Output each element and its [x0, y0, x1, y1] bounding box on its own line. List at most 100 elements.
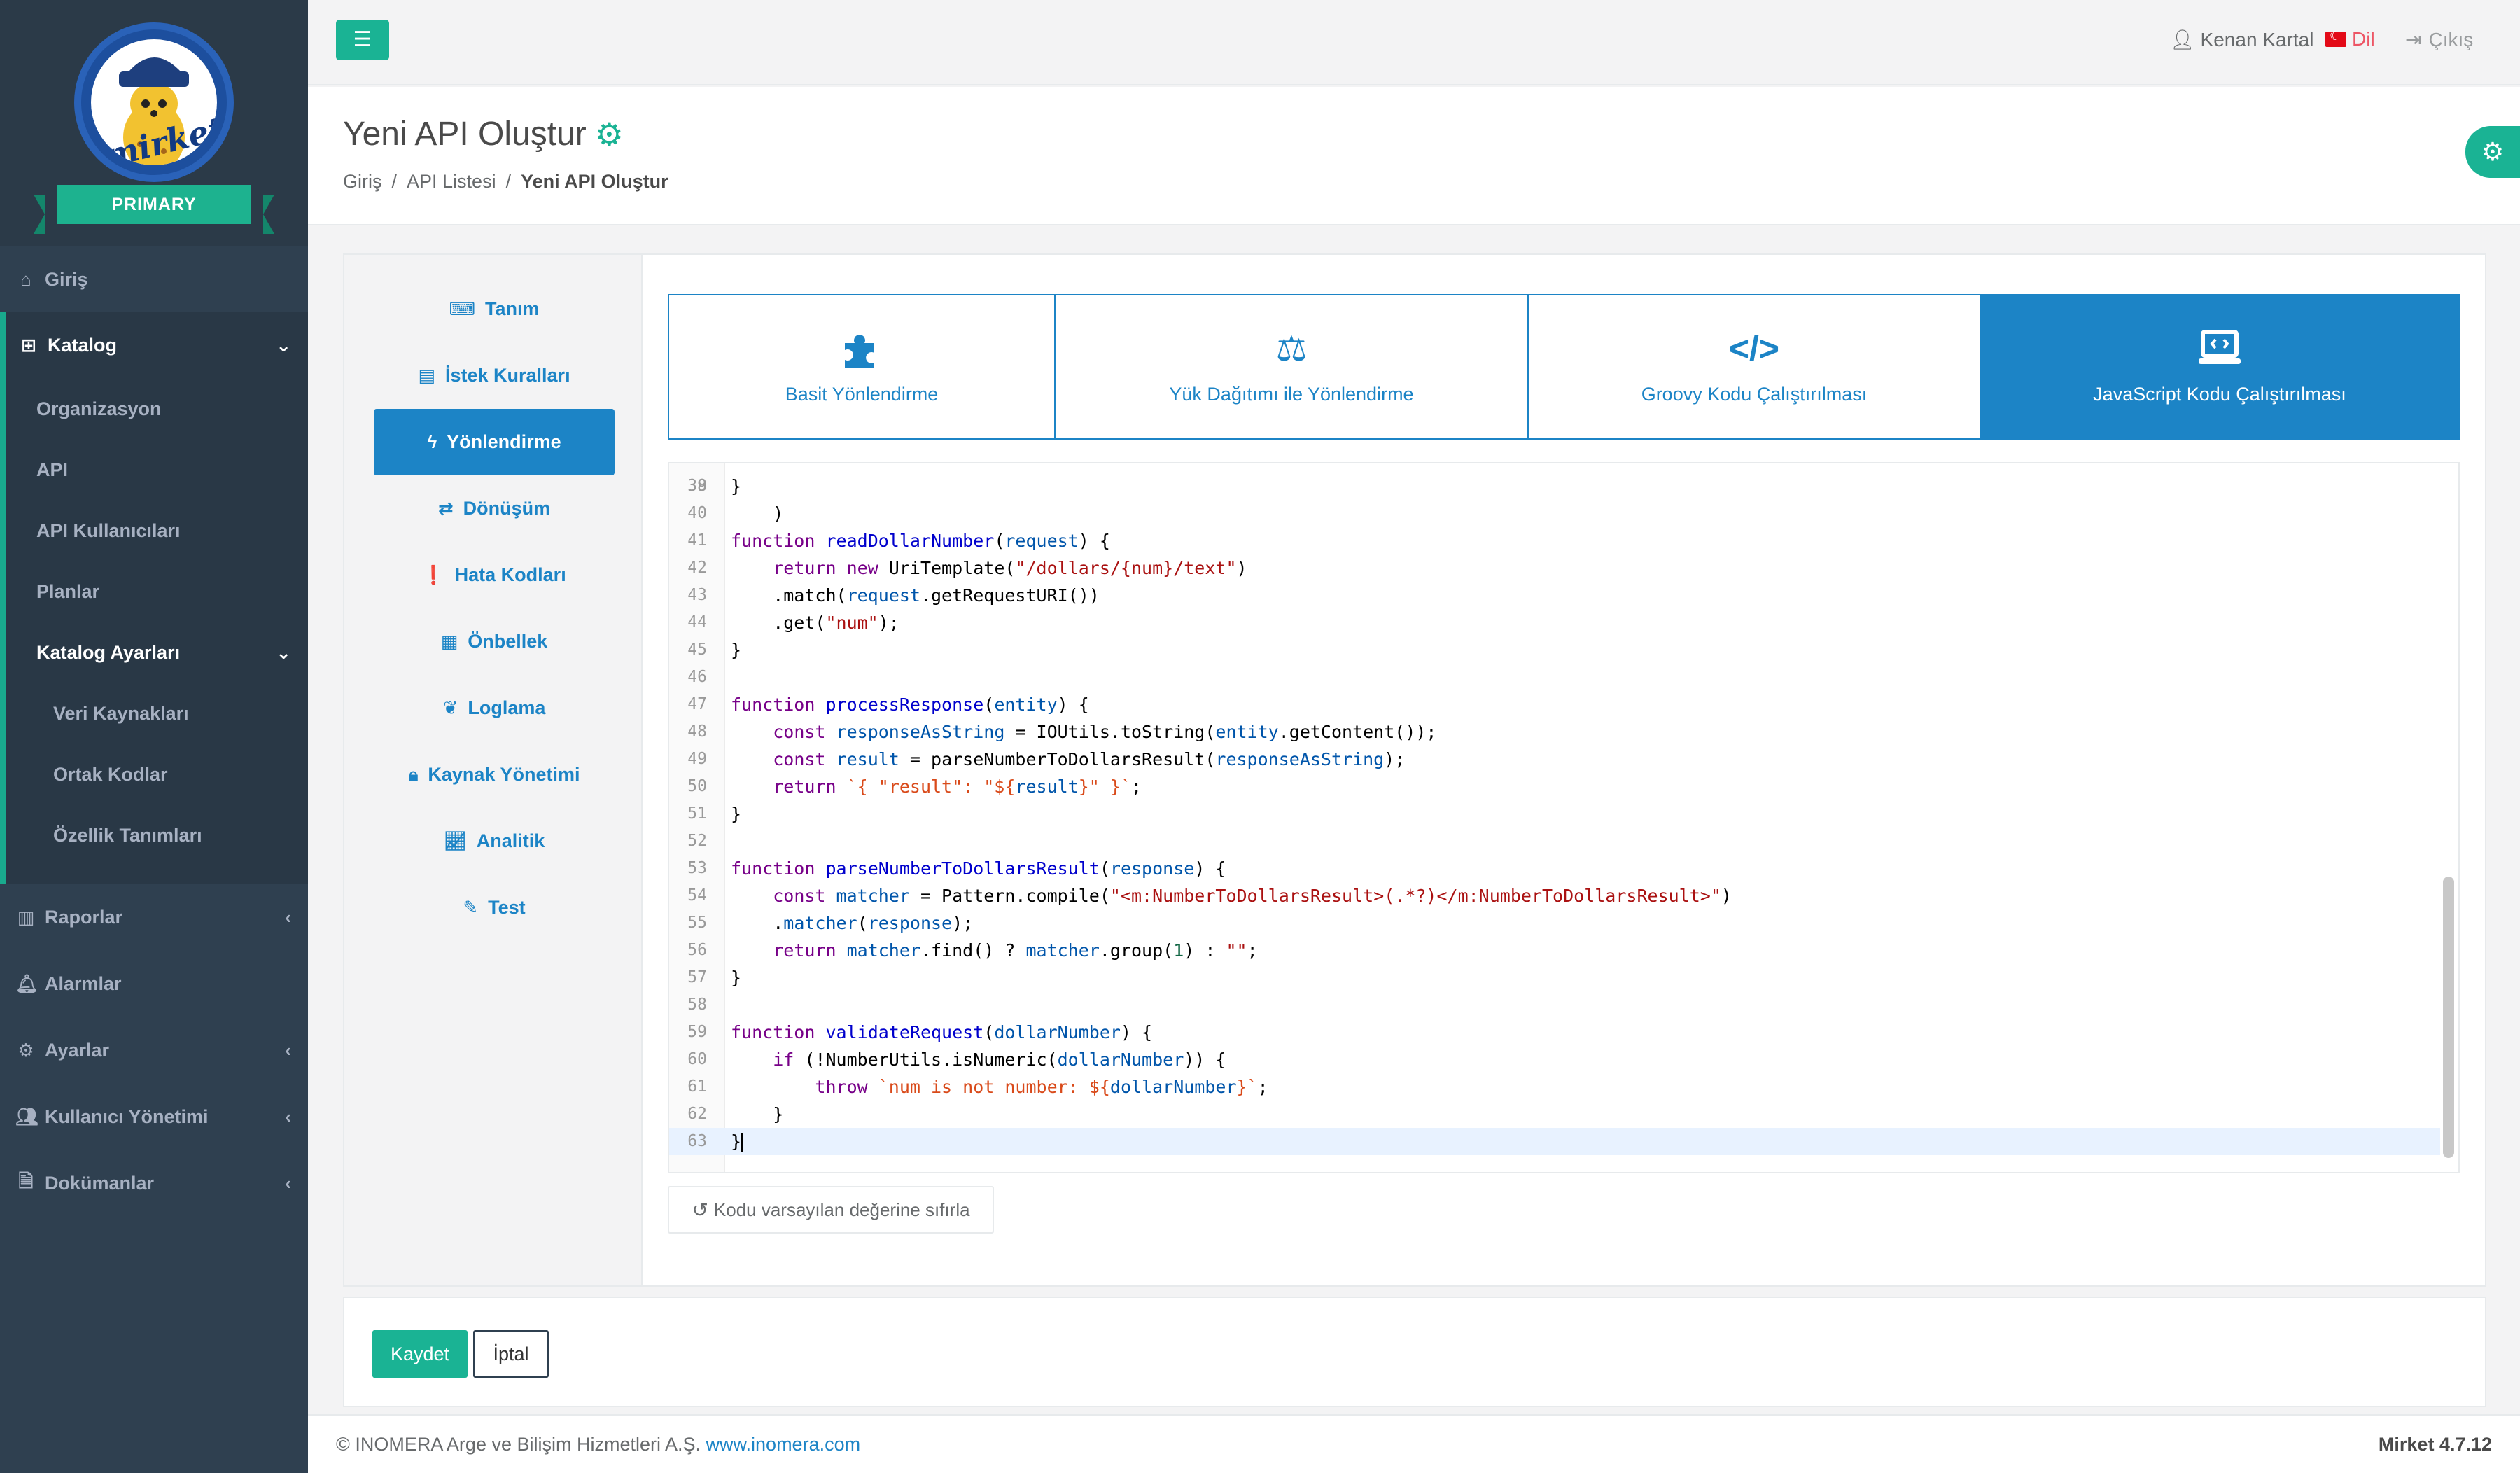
- gears-icon: ⚙: [2481, 137, 2505, 166]
- api-sections-menu: ⌨ Tanım ▤ İstek Kuralları ϟ Yönlendirme …: [344, 255, 643, 1285]
- user-name: Kenan Kartal: [2200, 28, 2314, 50]
- pencil-icon: ✎: [463, 897, 479, 918]
- code-line: 52: [669, 828, 2440, 855]
- logo-area: mirket PRIMARY: [0, 0, 308, 246]
- cancel-button[interactable]: İptal: [473, 1330, 549, 1378]
- routing-content: Basit Yönlendirme ⚖ Yük Dağıtımı ile Yön…: [643, 255, 2485, 1285]
- settings-toggle-button[interactable]: ⚙: [2465, 126, 2520, 178]
- code-line: 54 const matcher = Pattern.compile("<m:N…: [669, 882, 2440, 909]
- logout-link[interactable]: ⇥ Çıkış: [2405, 28, 2473, 51]
- code-line: 49 const result = parseNumberToDollarsRe…: [669, 746, 2440, 773]
- home-icon: ⌂: [20, 268, 31, 290]
- balance-scale-icon: ⚖: [1275, 328, 1308, 368]
- code-line: 55 .matcher(response);: [669, 909, 2440, 937]
- section-test[interactable]: ✎ Test: [374, 874, 615, 941]
- line-number: 39: [687, 477, 707, 495]
- code-line: 62 }: [669, 1101, 2440, 1128]
- sidebar-item-label: Kullanıcı Yönetimi: [45, 1106, 209, 1127]
- breadcrumb-api-list[interactable]: API Listesi: [407, 171, 496, 192]
- text-cursor: [741, 1133, 743, 1152]
- sign-out-icon: ⇥: [2405, 29, 2422, 50]
- gears-icon: ⚙: [594, 116, 624, 153]
- javascript-code-editor[interactable]: 38 ) 39} 40 41 function readDollarNumber(re…: [668, 462, 2460, 1173]
- language-switch[interactable]: Dil: [2325, 28, 2375, 50]
- section-loglama[interactable]: ❦ Loglama: [374, 675, 615, 741]
- code-text: return matcher.find() ? matcher.group(1)…: [773, 940, 1258, 961]
- sidebar-item-katalog[interactable]: ⊞ Katalog ⌄: [0, 312, 308, 379]
- line-number: 45: [687, 641, 707, 659]
- chevron-left-icon: ‹: [285, 1173, 291, 1194]
- section-yonlendirme[interactable]: ϟ Yönlendirme: [374, 409, 615, 475]
- code-line: 48 const responseAsString = IOUtils.toSt…: [669, 718, 2440, 746]
- sidebar-item-kullanici-yonetimi[interactable]: 👥︎ Kullanıcı Yönetimi ‹: [0, 1084, 308, 1150]
- sidebar-item-ortak-kodlar[interactable]: Ortak Kodlar: [6, 744, 308, 805]
- editor-scrollbar[interactable]: [2443, 877, 2454, 1158]
- line-number: 43: [687, 586, 707, 604]
- code-text: }: [731, 1104, 784, 1124]
- code-text: if (!NumberUtils.isNumeric(dollarNumber)…: [773, 1049, 1226, 1070]
- sidebar-item-alarmlar[interactable]: 🔔︎ Alarmlar: [0, 951, 308, 1017]
- exclamation-circle-icon: ❗: [422, 564, 445, 585]
- undo-icon: ↺: [692, 1199, 708, 1221]
- sidebar-item-label: Raporlar: [45, 907, 123, 928]
- bell-icon: 🔔︎: [15, 973, 39, 994]
- users-icon: 👥︎: [15, 1106, 39, 1127]
- katalog-submenu: Organizasyon API API Kullanıcıları Planl…: [0, 379, 308, 884]
- copyright-text: © INOMERA Arge ve Bilişim Hizmetleri A.Ş…: [336, 1434, 701, 1455]
- code-line: 43 .match(request.getRequestURI()): [669, 582, 2440, 609]
- save-button[interactable]: Kaydet: [372, 1330, 468, 1378]
- tab-basit-yonlendirme[interactable]: Basit Yönlendirme: [668, 294, 1054, 440]
- breadcrumb-current: Yeni API Oluştur: [521, 171, 668, 192]
- leaf-icon: ❦: [442, 697, 458, 718]
- tab-yuk-dagitimi[interactable]: ⚖ Yük Dağıtımı ile Yönlendirme: [1054, 294, 1527, 440]
- sidebar-item-veri-kaynaklari[interactable]: Veri Kaynakları: [6, 683, 308, 744]
- code-text: function processResponse(entity) {: [731, 694, 1089, 715]
- sidebar-item-planlar[interactable]: Planlar: [6, 561, 308, 622]
- code-line: 46: [669, 664, 2440, 691]
- sidebar-item-katalog-ayarlari[interactable]: Katalog Ayarları ⌄: [6, 622, 308, 683]
- language-label: Dil: [2352, 28, 2375, 50]
- user-menu[interactable]: 👤︎ Kenan Kartal: [2170, 28, 2314, 51]
- code-line: 39}: [669, 473, 2440, 500]
- sidebar-item-raporlar[interactable]: ▥ Raporlar ‹: [0, 884, 308, 951]
- section-donusum[interactable]: ⇄ Dönüşüm: [374, 475, 615, 542]
- sidebar-item-label: Giriş: [45, 268, 88, 290]
- section-istek-kurallari[interactable]: ▤ İstek Kuralları: [374, 342, 615, 409]
- code-text: return `{ "result": "${result}" }`;: [773, 776, 1142, 797]
- menu-toggle-button[interactable]: ☰: [336, 20, 389, 60]
- routing-type-tabs: Basit Yönlendirme ⚖ Yük Dağıtımı ile Yön…: [668, 294, 2460, 440]
- sidebar-item-giris[interactable]: ⌂ Giriş: [0, 246, 308, 312]
- sidebar-item-api[interactable]: API: [6, 440, 308, 501]
- line-number: 53: [687, 859, 707, 877]
- tab-javascript-kodu[interactable]: JavaScript Kodu Çalıştırılması: [1980, 294, 2460, 440]
- memory-icon: ▦: [440, 631, 458, 652]
- company-website-link[interactable]: www.inomera.com: [706, 1434, 861, 1455]
- line-number: 63: [687, 1132, 707, 1150]
- line-number: 59: [687, 1023, 707, 1041]
- reset-code-button[interactable]: ↺ Kodu varsayılan değerine sıfırla: [668, 1186, 994, 1234]
- sidebar-item-ayarlar[interactable]: ⚙ Ayarlar ‹: [0, 1017, 308, 1084]
- chevron-left-icon: ‹: [285, 907, 291, 928]
- line-number: 56: [687, 941, 707, 959]
- section-onbellek[interactable]: ▦ Önbellek: [374, 608, 615, 675]
- section-kaynak-yonetimi[interactable]: 🔒︎ Kaynak Yönetimi: [374, 741, 615, 808]
- code-line: 45}: [669, 636, 2440, 664]
- sidebar-item-organizasyon[interactable]: Organizasyon: [6, 379, 308, 440]
- line-number: 58: [687, 996, 707, 1014]
- code-text: const responseAsString = IOUtils.toStrin…: [773, 722, 1437, 742]
- sidebar-item-ozellik-tanimlari[interactable]: Özellik Tanımları: [6, 805, 308, 866]
- code-text: }: [731, 640, 742, 660]
- mirket-logo[interactable]: mirket: [74, 22, 234, 182]
- section-hata-kodlari[interactable]: ❗ Hata Kodları: [374, 542, 615, 608]
- section-analitik[interactable]: 📈︎ Analitik: [374, 808, 615, 874]
- tab-label: Groovy Kodu Çalıştırılması: [1641, 383, 1868, 405]
- line-number: 60: [687, 1050, 707, 1068]
- line-number: 51: [687, 804, 707, 823]
- line-number: 61: [687, 1077, 707, 1096]
- sidebar-item-api-kullanicilari[interactable]: API Kullanıcıları: [6, 501, 308, 561]
- tab-groovy-kodu[interactable]: </> Groovy Kodu Çalıştırılması: [1527, 294, 1980, 440]
- sidebar-item-dokumanlar[interactable]: 🗎 Dokümanlar ‹: [0, 1150, 308, 1217]
- breadcrumb-home[interactable]: Giriş: [343, 171, 382, 192]
- code-icon: </>: [1728, 328, 1780, 368]
- section-tanim[interactable]: ⌨ Tanım: [374, 276, 615, 342]
